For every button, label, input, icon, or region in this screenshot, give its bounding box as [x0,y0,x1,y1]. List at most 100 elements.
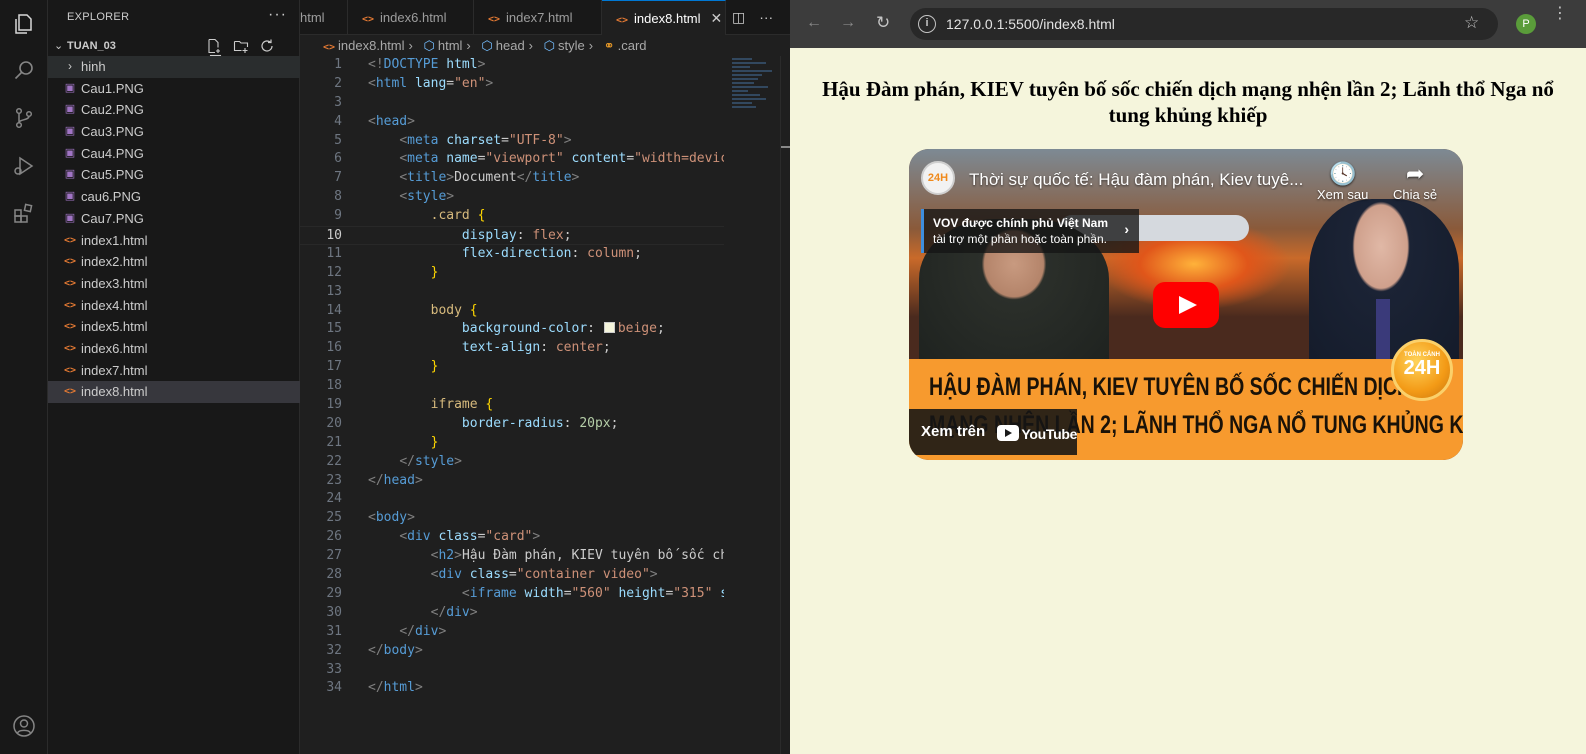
url-text[interactable]: 127.0.0.1:5500/index8.html [946,16,1115,32]
account-icon[interactable] [12,714,36,738]
code-line[interactable]: 8 <style> [300,188,724,207]
explorer-icon[interactable] [12,12,36,36]
tree-file[interactable]: <> index3.html [48,273,300,295]
tree-file[interactable]: <> index2.html [48,251,300,273]
reload-button[interactable]: ↻ [876,13,890,33]
code-line[interactable]: 22 </style> [300,453,724,472]
code-line[interactable]: 10 display: flex; [300,226,724,245]
search-icon[interactable] [12,58,36,82]
code-line[interactable]: 17 } [300,358,724,377]
back-button[interactable]: ← [806,14,822,32]
tree-file[interactable]: <> index5.html [48,316,300,338]
more-actions-icon[interactable]: ··· [759,9,773,25]
tree-file[interactable]: ▣ Cau7.PNG [48,208,300,230]
tree-file[interactable]: ▣ cau6.PNG [48,186,300,208]
tree-file[interactable]: ▣ Cau3.PNG [48,121,300,143]
tie-graphic [1376,299,1390,359]
tree-file[interactable]: <> index7.html [48,360,300,382]
code-line[interactable]: 20 border-radius: 20px; [300,415,724,434]
code-line[interactable]: 33 [300,661,724,680]
tree-file[interactable]: ▣ Cau5.PNG [48,164,300,186]
code-line[interactable]: 12 } [300,264,724,283]
close-icon[interactable]: ✕ [711,10,723,26]
bookmark-star-icon[interactable]: ☆ [1464,13,1479,33]
code-line[interactable]: 34 </html> [300,679,724,698]
code-line[interactable]: 9 .card { [300,207,724,226]
profile-avatar[interactable]: P [1516,14,1536,34]
code-line[interactable]: 28 <div class="container video"> [300,566,724,585]
new-file-icon[interactable] [206,38,222,54]
breadcrumb-item[interactable]: html [438,38,463,53]
tree-file[interactable]: <> index4.html [48,295,300,317]
tree-file[interactable]: <> index8.html [48,381,300,403]
code-line[interactable]: 6 <meta name="viewport" content="width=d… [300,150,724,169]
browser-menu-icon[interactable]: ⋮ [1552,6,1568,22]
tab-index6[interactable]: <> index6.html [348,0,474,35]
site-info-icon[interactable]: i [918,15,936,33]
extensions-icon[interactable] [12,202,36,226]
minimap[interactable] [724,56,780,146]
editor-scrollbar[interactable] [780,56,791,754]
new-folder-icon[interactable] [233,38,249,54]
split-editor-icon[interactable]: ◫ [732,9,745,25]
tab-html[interactable]: html [300,0,348,35]
breadcrumb-item[interactable]: .card [618,38,647,53]
code-text: <meta name="viewport" content="width=dev… [399,151,724,167]
breadcrumb-item[interactable]: head [496,38,525,53]
code-line[interactable]: 15 background-color: beige; [300,320,724,339]
address-bar[interactable]: i 127.0.0.1:5500/index8.html ☆ [910,8,1498,40]
play-button[interactable] [1153,282,1219,328]
code-line[interactable]: 3 [300,94,724,113]
share-button[interactable]: ➦ Chia sẻ [1393,161,1437,202]
html-file-icon: <> [323,42,336,53]
tree-file[interactable]: <> index1.html [48,230,300,252]
video-title[interactable]: Thời sự quốc tế: Hậu đàm phán, Kiev tuyê… [969,170,1309,190]
code-line[interactable]: 26 <div class="card"> [300,528,724,547]
tree-file[interactable]: <> index6.html [48,338,300,360]
code-line[interactable]: 5 <meta charset="UTF-8"> [300,132,724,151]
breadcrumb-item[interactable]: style [558,38,585,53]
code-line[interactable]: 31 </div> [300,623,724,642]
watch-on-youtube-button[interactable]: Xem trên YouTube [909,409,1077,455]
refresh-icon[interactable] [259,38,275,54]
code-line[interactable]: 32 </body> [300,642,724,661]
tree-file[interactable]: ▣ Cau1.PNG [48,78,300,100]
code-line[interactable]: 1 <!DOCTYPE html> [300,56,724,75]
line-number: 31 [326,623,342,639]
code-line[interactable]: 23 </head> [300,472,724,491]
more-actions-icon[interactable]: ··· [268,6,287,24]
source-control-icon[interactable] [12,106,36,130]
tab-index8[interactable]: <> index8.html ✕ [602,0,726,35]
code-line[interactable]: 21 } [300,434,724,453]
tree-file[interactable]: ▣ Cau2.PNG [48,99,300,121]
code-line[interactable]: 14 body { [300,302,724,321]
code-text: </style> [399,453,462,469]
youtube-logo-icon: YouTube [997,425,1077,443]
code-line[interactable]: 2 <html lang="en"> [300,75,724,94]
file-tree: › hinh ▣ Cau1.PNG ▣ Cau2.PNG ▣ Cau3.PNG ▣ Cau4.PN… [48,56,300,403]
code-line[interactable]: 7 <title>Document</title> [300,169,724,188]
code-area[interactable]: 1 <!DOCTYPE html> 2 <html lang="en"> 3 4 <head… [300,56,724,698]
code-line[interactable]: 13 [300,283,724,302]
code-line[interactable]: 19 iframe { [300,396,724,415]
code-line[interactable]: 27 <h2>Hậu Đàm phán, KIEV tuyên bố sốc c… [300,547,724,566]
forward-button[interactable]: → [840,14,856,32]
breadcrumb-item[interactable]: index8.html [338,38,404,53]
image-file-icon: ▣ [64,103,76,116]
tree-folder[interactable]: › hinh [48,56,300,78]
code-line[interactable]: 16 text-align: center; [300,339,724,358]
run-debug-icon[interactable] [12,154,36,178]
code-line[interactable]: 24 [300,490,724,509]
code-line[interactable]: 29 <iframe width="560" height="315" sr [300,585,724,604]
code-line[interactable]: 30 </div> [300,604,724,623]
code-line[interactable]: 18 [300,377,724,396]
watch-later-button[interactable]: 🕓 Xem sau [1317,161,1368,202]
tree-file[interactable]: ▣ Cau4.PNG [48,143,300,165]
code-line[interactable]: 11 flex-direction: column; [300,245,724,264]
funding-notice[interactable]: VOV được chính phủ Việt Nam tài trợ một … [921,209,1139,253]
channel-avatar[interactable]: 24H [921,161,955,195]
tab-index7[interactable]: <> index7.html [474,0,602,35]
code-line[interactable]: 4 <head> [300,113,724,132]
youtube-embed[interactable]: 24H Thời sự quốc tế: Hậu đàm phán, Kiev … [909,149,1463,460]
code-line[interactable]: 25 <body> [300,509,724,528]
